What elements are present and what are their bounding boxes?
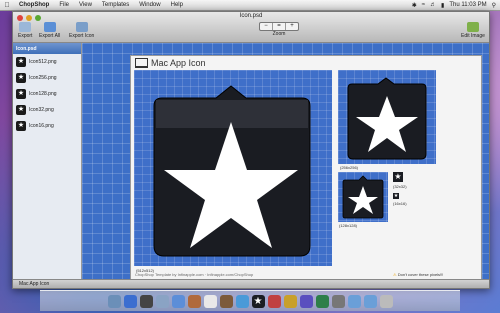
bluetooth-icon[interactable]: ✱ xyxy=(412,2,417,9)
status-text: Mac App Icon xyxy=(19,281,50,287)
menu-bar:  ChopShop File View Templates Window He… xyxy=(0,0,500,11)
star-icon: ★ xyxy=(16,105,26,115)
pixel-warning-text: Don't cover these pixels!!! xyxy=(397,272,444,277)
sidebar-item-label: Icon16.png xyxy=(29,123,54,129)
zoom-out-button[interactable]: − xyxy=(260,23,273,30)
star-icon: ★ xyxy=(16,89,26,99)
window-title: Icon.psd xyxy=(239,13,263,19)
export-label: Export xyxy=(18,33,33,39)
app-icon-256 xyxy=(347,77,427,160)
file-sidebar: Icon.psd ★ Icon512.png ★ Icon256.png ★ I… xyxy=(13,43,82,279)
export-button[interactable]: Export xyxy=(18,22,32,39)
icon-256-preview: (256x256) xyxy=(338,70,436,170)
ichat-icon[interactable] xyxy=(171,294,185,308)
dock: ★ xyxy=(40,290,460,311)
edit-image-button[interactable]: Edit Image xyxy=(461,22,485,39)
menu-help[interactable]: Help xyxy=(166,2,188,8)
star-icon: ★ xyxy=(16,73,26,83)
edit-image-icon xyxy=(466,22,479,32)
zoom-in-button[interactable]: + xyxy=(286,23,298,30)
system-preferences-icon[interactable] xyxy=(331,294,345,308)
icon-32-preview: ★ xyxy=(393,172,403,182)
window-toolbar: Icon.psd Export Export All Export Icon −… xyxy=(13,12,489,43)
finder-icon[interactable] xyxy=(107,294,121,308)
status-bar: Mac App Icon xyxy=(13,279,489,288)
app-icon-512 xyxy=(153,85,311,257)
menu-clock[interactable]: Thu 11:03 PM xyxy=(449,2,486,8)
icon-512-preview: (512x512) xyxy=(134,70,332,273)
menu-window[interactable]: Window xyxy=(134,2,165,8)
export-all-icon xyxy=(43,22,56,32)
star-icon: ★ xyxy=(16,57,26,67)
sidebar-item-label: Icon32.png xyxy=(29,107,54,113)
documents-folder-icon[interactable] xyxy=(363,294,377,308)
app-icon-128 xyxy=(342,175,384,219)
ical-icon[interactable] xyxy=(203,294,217,308)
zoom-control: − = + Zoom xyxy=(259,22,299,37)
address-book-icon[interactable] xyxy=(187,294,201,308)
caption-32: (32x32) xyxy=(393,184,407,189)
itunes-icon[interactable] xyxy=(235,294,249,308)
time-machine-icon[interactable] xyxy=(315,294,329,308)
edit-image-label: Edit Image xyxy=(461,33,485,39)
icon-128-preview: (128x128) xyxy=(338,172,388,228)
pixel-warning: ⚠ Don't cover these pixels!!! xyxy=(393,272,443,277)
menu-file[interactable]: File xyxy=(54,2,74,8)
sidebar-item-label: Icon256.png xyxy=(29,75,57,81)
guitar-icon[interactable] xyxy=(299,294,313,308)
sidebar-item-icon16[interactable]: ★ Icon16.png xyxy=(13,118,81,134)
template-credit: ChopShop Template by Infinapple.com · In… xyxy=(135,272,254,277)
sidebar-item-icon-psd[interactable]: Icon.psd xyxy=(13,43,81,54)
star-icon: ★ xyxy=(16,121,26,131)
sidebar-item-label: Icon512.png xyxy=(29,59,57,65)
sidebar-item-label: Icon.psd xyxy=(16,45,37,52)
sheet-title-text: Mac App Icon xyxy=(151,58,206,68)
export-icon-button[interactable]: Export Icon xyxy=(69,22,94,39)
caption-16: (16x16) xyxy=(393,201,407,206)
menu-templates[interactable]: Templates xyxy=(97,2,134,8)
safari-icon[interactable] xyxy=(123,294,137,308)
iphoto-icon[interactable] xyxy=(219,294,233,308)
trash-icon[interactable] xyxy=(379,294,393,308)
sidebar-item-icon32[interactable]: ★ Icon32.png xyxy=(13,102,81,118)
zoom-actual-button[interactable]: = xyxy=(273,23,286,30)
sidebar-item-icon512[interactable]: ★ Icon512.png xyxy=(13,54,81,70)
export-all-label: Export All xyxy=(39,33,61,39)
battery-icon[interactable]: ▮ xyxy=(441,2,444,9)
apple-menu-icon[interactable]:  xyxy=(0,2,14,9)
applications-folder-icon[interactable] xyxy=(347,294,361,308)
monitor-icon xyxy=(135,58,148,68)
mail-icon[interactable] xyxy=(155,294,169,308)
sheet-title: Mac App Icon xyxy=(135,58,206,68)
sidebar-item-icon256[interactable]: ★ Icon256.png xyxy=(13,70,81,86)
icon-16-preview: ★ xyxy=(393,193,399,199)
caption-256: (256x256) xyxy=(340,165,359,170)
sidebar-item-icon128[interactable]: ★ Icon128.png xyxy=(13,86,81,102)
photo-booth-icon[interactable] xyxy=(267,294,281,308)
sidebar-item-label: Icon128.png xyxy=(29,91,57,97)
export-icon-icon xyxy=(75,22,88,32)
chopshop-star-icon[interactable]: ★ xyxy=(251,294,265,308)
template-sheet: Mac App Icon (512x512) (256x256) (128x12… xyxy=(130,55,482,281)
blueprint-canvas[interactable]: Mac App Icon (512x512) (256x256) (128x12… xyxy=(82,43,489,281)
spotlight-icon[interactable]: ⚲ xyxy=(492,2,496,9)
app-window: Icon.psd Export Export All Export Icon −… xyxy=(12,11,490,289)
dashboard-icon[interactable] xyxy=(139,294,153,308)
menu-view[interactable]: View xyxy=(74,2,97,8)
volume-icon[interactable]: ♬ xyxy=(430,2,436,8)
zoom-label: Zoom xyxy=(272,31,286,37)
export-all-button[interactable]: Export All xyxy=(39,22,60,39)
export-icon-label: Export Icon xyxy=(69,33,95,39)
caption-128: (128x128) xyxy=(339,223,358,228)
warning-icon: ⚠ xyxy=(393,272,397,277)
menu-app-name[interactable]: ChopShop xyxy=(14,2,54,8)
preview-icon[interactable] xyxy=(283,294,297,308)
wifi-icon[interactable]: ≈ xyxy=(422,2,425,8)
export-icon xyxy=(19,22,32,32)
